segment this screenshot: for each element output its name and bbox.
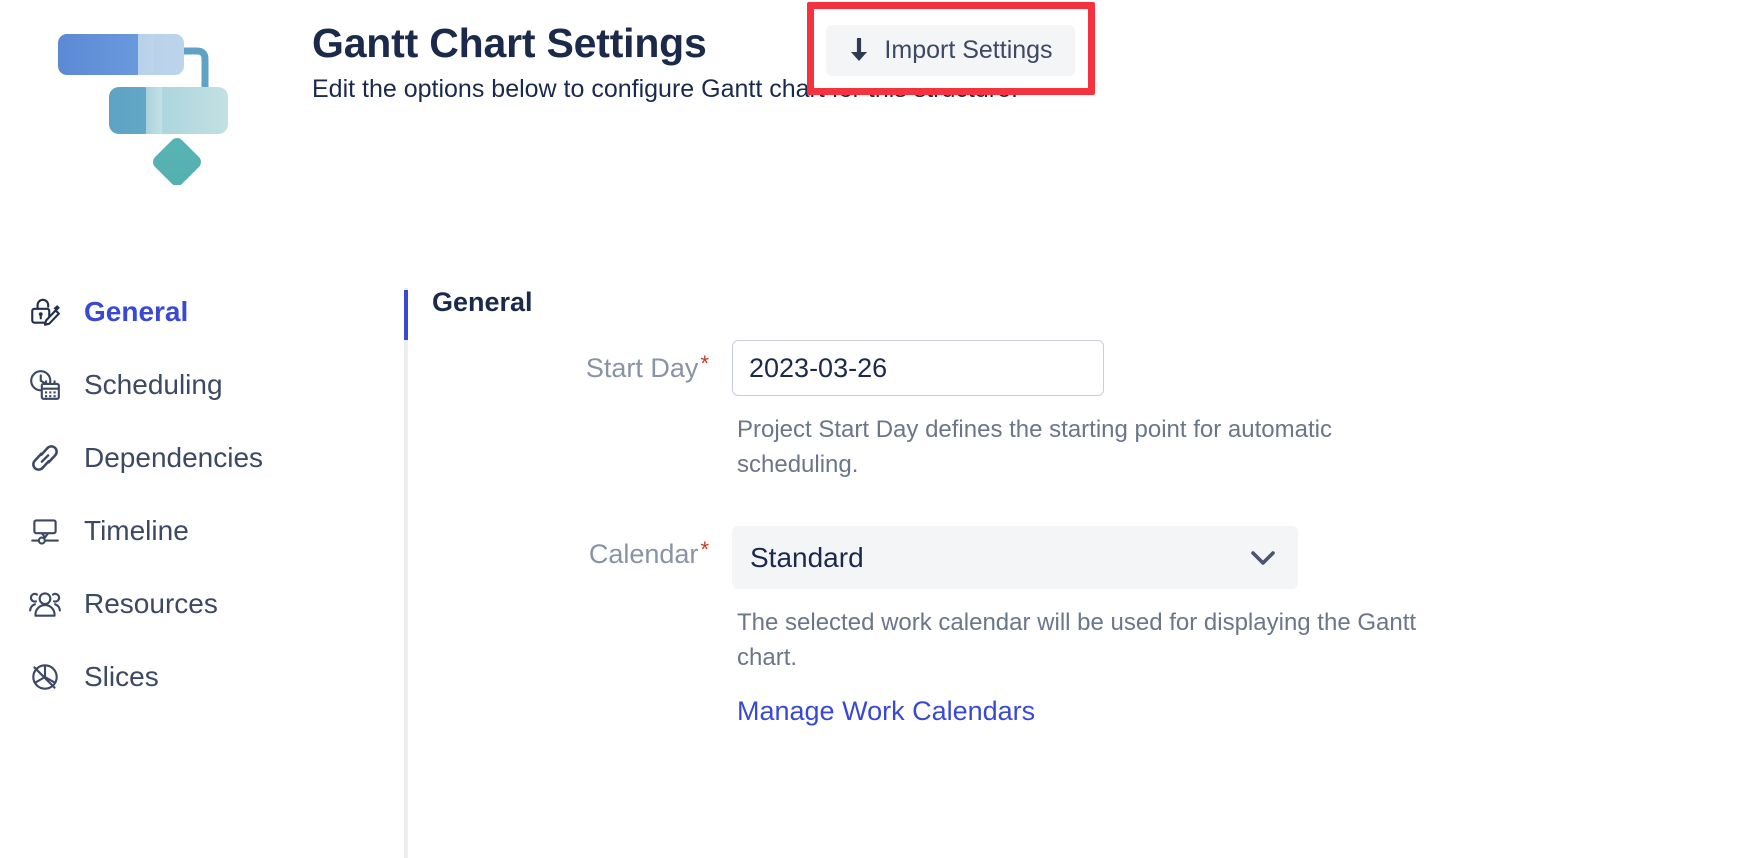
sidebar-item-label: Scheduling [84,369,223,400]
link-chain-icon [32,445,58,471]
required-marker: * [700,351,709,377]
start-day-label: Start Day [585,353,699,384]
clock-calendar-icon [30,370,60,400]
pie-slice-icon [32,664,58,690]
download-arrow-icon [851,37,868,61]
sidebar-item-timeline[interactable]: Timeline [28,507,368,555]
chevron-down-icon[interactable] [1250,550,1276,566]
section-heading-general: General [432,287,533,317]
sidebar-item-slices[interactable]: Slices [28,653,368,701]
sidebar-item-resources[interactable]: Resources [28,580,368,628]
sidebar-item-label: Dependencies [84,442,264,473]
sidebar-item-dependencies[interactable]: Dependencies [28,434,368,482]
row-spacer [432,482,1739,504]
settings-panel: General Start Day* Project Start Day def… [432,286,1739,858]
form-row-start-day: Start Day* Project Start Day defines the… [432,340,1739,482]
calendar-field-cell: Standard The selected work calendar will… [732,526,1739,726]
gantt-chart-logo [58,34,228,185]
calendar-selected-value: Standard [750,541,864,573]
start-day-field-cell: Project Start Day defines the starting p… [732,340,1739,482]
calendar-label-cell: Calendar* [432,526,732,570]
sidebar-item-label: General [84,296,189,327]
sidebar-item-label: Slices [84,661,159,692]
start-day-help-text: Project Start Day defines the starting p… [737,416,1332,478]
start-day-label-cell: Start Day* [432,340,732,384]
nav-divider [404,288,408,858]
timeline-icon [31,519,59,545]
manage-work-calendars-link[interactable]: Manage Work Calendars [737,696,1035,727]
calendar-select-wrap: Standard [732,526,1298,590]
required-marker: * [700,537,709,563]
import-settings-button[interactable]: Import Settings [826,25,1075,76]
start-day-input[interactable] [732,340,1104,397]
calendar-help-text: The selected work calendar will be used … [737,609,1417,672]
page-header: Gantt Chart Settings Edit the options be… [0,0,1739,240]
people-group-icon [29,592,61,617]
form-row-calendar: Calendar* Standard The selected work cal… [432,526,1739,726]
sidebar-item-label: Resources [84,588,218,619]
settings-sidebar-nav: General Scheduling Dependencies Timeline… [28,288,368,726]
sidebar-item-scheduling[interactable]: Scheduling [28,361,368,409]
sidebar-item-general[interactable]: General [28,288,368,336]
calendar-label: Calendar [588,539,699,570]
sidebar-item-label: Timeline [84,515,189,546]
lock-edit-icon [31,298,60,326]
calendar-select[interactable]: Standard [732,526,1298,590]
nav-divider-active-indicator [404,290,408,340]
import-settings-label: Import Settings [884,36,1053,64]
